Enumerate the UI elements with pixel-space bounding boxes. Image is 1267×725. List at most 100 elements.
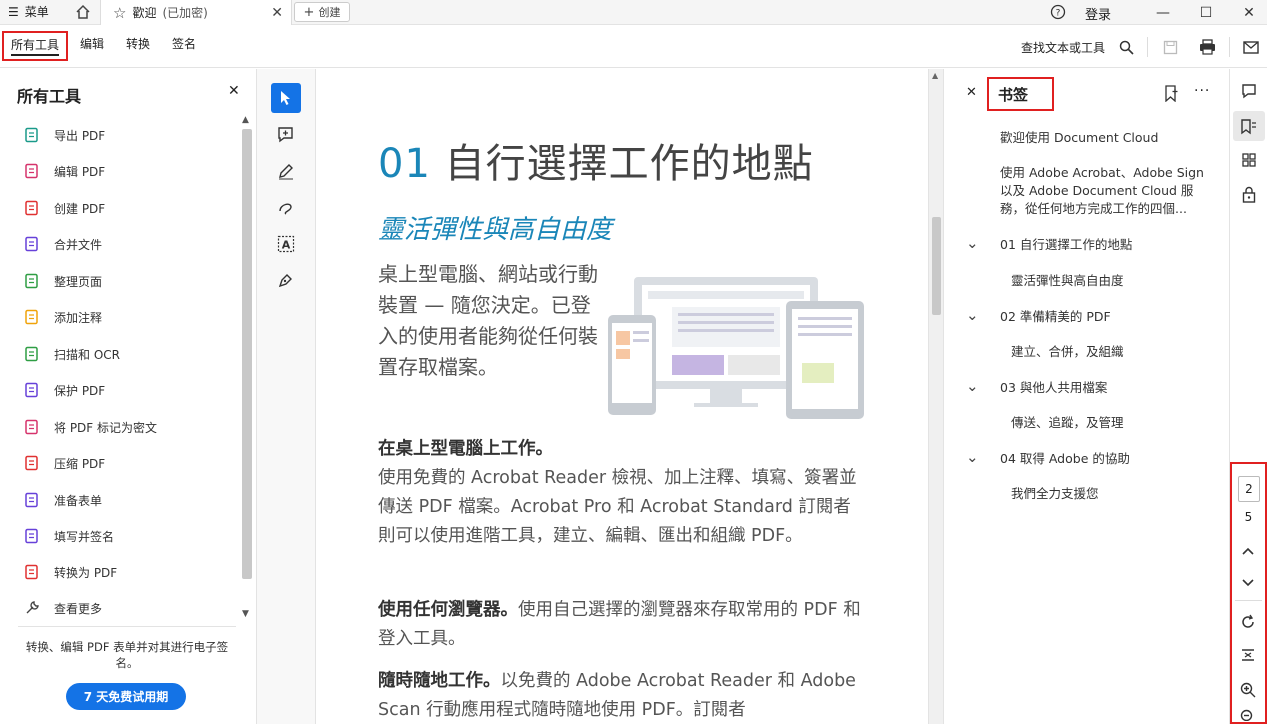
document-page[interactable]: 01 自行選擇工作的地點 靈活彈性與高自由度 桌上型電腦、網站或行動裝置 — 隨…	[316, 69, 928, 724]
tab-close-icon[interactable]: ✕	[271, 5, 283, 21]
help-icon: ?	[1050, 4, 1066, 20]
zoom-out-button[interactable]	[1240, 709, 1256, 725]
current-page-input[interactable]: 2	[1238, 476, 1260, 502]
previous-page-button[interactable]	[1242, 544, 1254, 559]
tab-all-tools[interactable]: 所有工具	[2, 31, 68, 61]
see-more-label: 查看更多	[54, 601, 103, 616]
text-box-icon: A	[277, 235, 295, 253]
tool-item[interactable]: 整理页面	[24, 271, 102, 291]
tool-item[interactable]: 填写并签名	[24, 526, 114, 546]
bookmark-item[interactable]: 02 準備精美的 PDF	[1000, 308, 1210, 326]
doc-scroll-up-icon[interactable]: ▲	[932, 71, 938, 80]
close-window-button[interactable]: ✕	[1229, 0, 1267, 25]
tool-item[interactable]: 编辑 PDF	[24, 161, 105, 181]
rotate-button[interactable]	[1240, 614, 1256, 634]
create-tab-button[interactable]: + 创建	[294, 2, 350, 22]
find-text-or-tools[interactable]: 查找文本或工具	[1021, 39, 1105, 56]
bookmark-item[interactable]: 歡迎使用 Document Cloud	[1000, 129, 1210, 147]
bookmarks-panel-button[interactable]	[1233, 111, 1265, 141]
see-more-button[interactable]: 查看更多	[24, 598, 102, 618]
text-box-tool-button[interactable]: A	[271, 229, 301, 259]
search-icon	[1119, 40, 1134, 55]
bookmark-item[interactable]: 03 與他人共用檔案	[1000, 379, 1210, 397]
bookmarks-close-icon[interactable]: ✕	[966, 85, 977, 100]
browser-paragraph: 使用任何瀏覽器。使用自己選擇的瀏覽器來存取常用的 PDF 和登入工具。	[378, 596, 863, 654]
bookmark-item[interactable]: 04 取得 Adobe 的協助	[1000, 450, 1210, 468]
select-tool-button[interactable]	[271, 83, 301, 113]
home-button[interactable]	[73, 2, 93, 22]
highlight-tool-button[interactable]	[271, 156, 301, 186]
fit-page-button[interactable]	[1240, 647, 1256, 667]
more-options-icon[interactable]: ···	[1194, 83, 1210, 99]
help-button[interactable]: ?	[1049, 3, 1067, 21]
tool-item[interactable]: 将 PDF 标记为密文	[24, 417, 157, 437]
sign-pen-icon	[278, 274, 292, 288]
tool-item[interactable]: 压缩 PDF	[24, 453, 105, 473]
tool-item[interactable]: 准备表单	[24, 490, 102, 510]
tab-sign[interactable]: 签名	[172, 35, 196, 52]
tool-item[interactable]: 导出 PDF	[24, 125, 105, 145]
bookmarks-panel: ✕ 书签 ··· 歡迎使用 Document Cloud 使用 Adobe Acr…	[943, 69, 1229, 724]
mail-button[interactable]	[1241, 37, 1261, 57]
tool-item[interactable]: 保护 PDF	[24, 380, 105, 400]
tool-item[interactable]: 合并文件	[24, 234, 102, 254]
login-button[interactable]: 登录	[1085, 4, 1111, 23]
minimize-button[interactable]: —	[1143, 0, 1183, 25]
free-trial-button[interactable]: 7 天免费试用期	[66, 683, 186, 710]
security-panel-button[interactable]	[1239, 184, 1259, 204]
tool-icon	[25, 382, 38, 398]
bookmark-subitem[interactable]: 靈活彈性與高自由度	[1011, 272, 1211, 290]
main-menu-button[interactable]: ☰ 菜单	[8, 3, 49, 20]
save-button[interactable]	[1160, 37, 1180, 57]
devices-illustration	[608, 277, 864, 419]
bookmark-item[interactable]: 使用 Adobe Acrobat、Adobe Sign 以及 Adobe Doc…	[1000, 164, 1210, 218]
thumbnails-panel-button[interactable]	[1239, 150, 1259, 170]
panel-close-icon[interactable]: ✕	[228, 83, 240, 99]
bookmark-expand-chevron-icon[interactable]: ⌄	[966, 236, 979, 251]
tab-all-tools-label: 所有工具	[10, 36, 59, 56]
bookmark-subitem[interactable]: 傳送、追蹤，及管理	[1011, 414, 1211, 432]
zoom-in-button[interactable]	[1240, 682, 1256, 702]
scroll-up-icon[interactable]: ▲	[242, 115, 249, 125]
main-menu-label: 菜单	[24, 5, 49, 19]
bookmark-expand-chevron-icon[interactable]: ⌄	[966, 379, 979, 394]
document-scroll-thumb[interactable]	[932, 217, 941, 315]
tool-label: 转换为 PDF	[54, 565, 118, 580]
bookmark-icon	[1241, 118, 1256, 134]
add-comment-button[interactable]	[271, 120, 301, 150]
tool-item[interactable]: 扫描和 OCR	[24, 344, 120, 364]
print-button[interactable]	[1197, 37, 1217, 57]
maximize-button[interactable]: ☐	[1186, 0, 1226, 25]
document-tab[interactable]: ☆ 歡迎 (已加密) ✕	[100, 0, 292, 25]
tool-label: 合并文件	[54, 237, 103, 252]
comments-panel-button[interactable]	[1239, 81, 1259, 101]
bookmark-item[interactable]: 01 自行選擇工作的地點	[1000, 236, 1210, 254]
bookmark-subitem[interactable]: 我們全力支援您	[1011, 485, 1211, 503]
draw-tool-button[interactable]	[271, 193, 301, 223]
page-title: 01 自行選擇工作的地點	[378, 131, 814, 189]
scroll-down-icon[interactable]: ▼	[242, 609, 249, 619]
create-tab-label: 创建	[318, 6, 341, 19]
add-bookmark-button[interactable]	[1164, 85, 1179, 106]
tool-item[interactable]: 转换为 PDF	[24, 562, 117, 582]
tab-edit[interactable]: 编辑	[80, 35, 104, 52]
bookmark-subitem[interactable]: 建立、合併，及組織	[1011, 343, 1211, 361]
tool-icon	[25, 346, 38, 362]
tool-item[interactable]: 创建 PDF	[24, 198, 105, 218]
tool-item[interactable]: 添加注释	[24, 307, 102, 327]
nav-divider	[1235, 600, 1262, 601]
document-scrollbar[interactable]: ▲	[928, 69, 943, 724]
next-page-button[interactable]	[1242, 576, 1254, 591]
tool-list-scroll-thumb[interactable]	[242, 129, 252, 579]
tool-label: 添加注释	[54, 310, 103, 325]
title-bar: ☰ 菜单 ☆ 歡迎 (已加密) ✕ + 创建 ? 登录 — ☐ ✕	[0, 0, 1267, 25]
sign-tool-button[interactable]	[271, 266, 301, 296]
print-icon	[1199, 39, 1215, 55]
tab-convert[interactable]: 转换	[126, 35, 150, 52]
bookmark-expand-chevron-icon[interactable]: ⌄	[966, 450, 979, 465]
search-button[interactable]	[1116, 37, 1136, 57]
tab-status: (已加密)	[162, 6, 208, 20]
bookmark-expand-chevron-icon[interactable]: ⌄	[966, 308, 979, 323]
tool-label: 保护 PDF	[54, 383, 106, 398]
star-icon[interactable]: ☆	[113, 4, 126, 22]
